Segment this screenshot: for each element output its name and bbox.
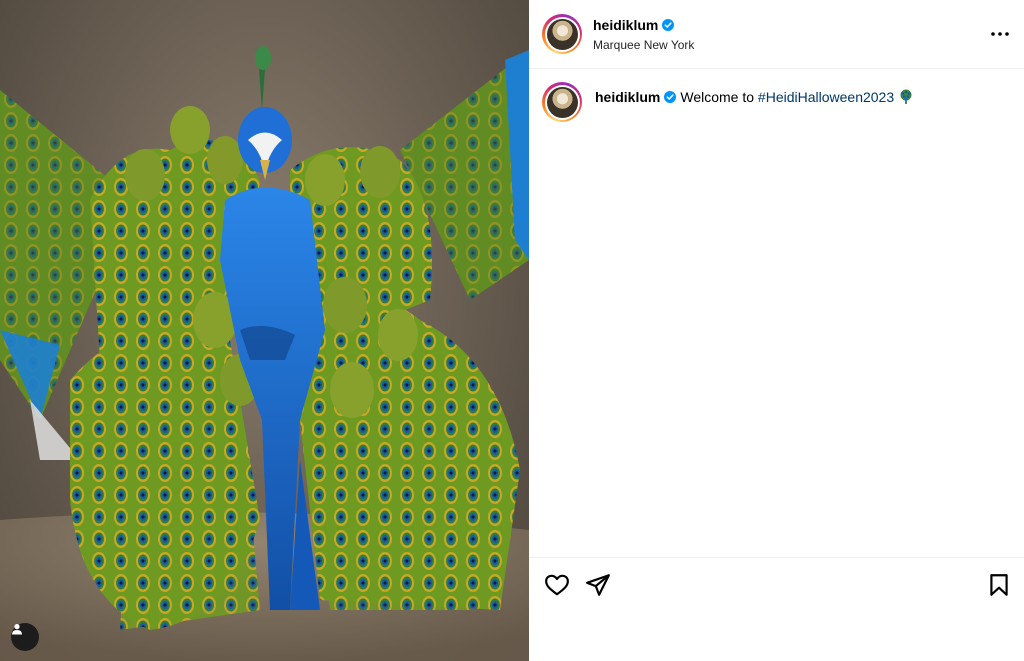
peacock-photo [0, 46, 529, 661]
user-tag-icon [12, 624, 22, 635]
header-username[interactable]: heidiklum [593, 17, 675, 33]
caption-text: Welcome to [680, 89, 755, 105]
avatar[interactable] [542, 14, 582, 54]
action-bar [529, 557, 1024, 661]
caption-row: heidiklum Welcome to #HeidiHalloween2023 [529, 80, 1024, 124]
post-sidebar: heidiklum Marquee New York heidiklum Wel… [529, 0, 1024, 661]
post-header: heidiklum Marquee New York [529, 0, 1024, 69]
caption-avatar[interactable] [542, 82, 582, 122]
location-link[interactable]: Marquee New York [593, 38, 694, 52]
heart-icon[interactable] [544, 572, 570, 598]
more-options-icon[interactable] [988, 24, 1012, 44]
verified-badge-icon [662, 19, 675, 31]
verified-badge-icon [664, 91, 677, 103]
post-image[interactable] [0, 0, 529, 661]
paper-plane-icon[interactable] [585, 572, 611, 598]
peacock-emoji-icon [900, 89, 912, 104]
bookmark-icon[interactable] [986, 572, 1012, 598]
hashtag-link[interactable]: #HeidiHalloween2023 [758, 89, 894, 105]
caption: heidiklum Welcome to #HeidiHalloween2023 [595, 88, 914, 106]
user-tag-button[interactable] [11, 623, 39, 651]
caption-username[interactable]: heidiklum [595, 89, 660, 105]
